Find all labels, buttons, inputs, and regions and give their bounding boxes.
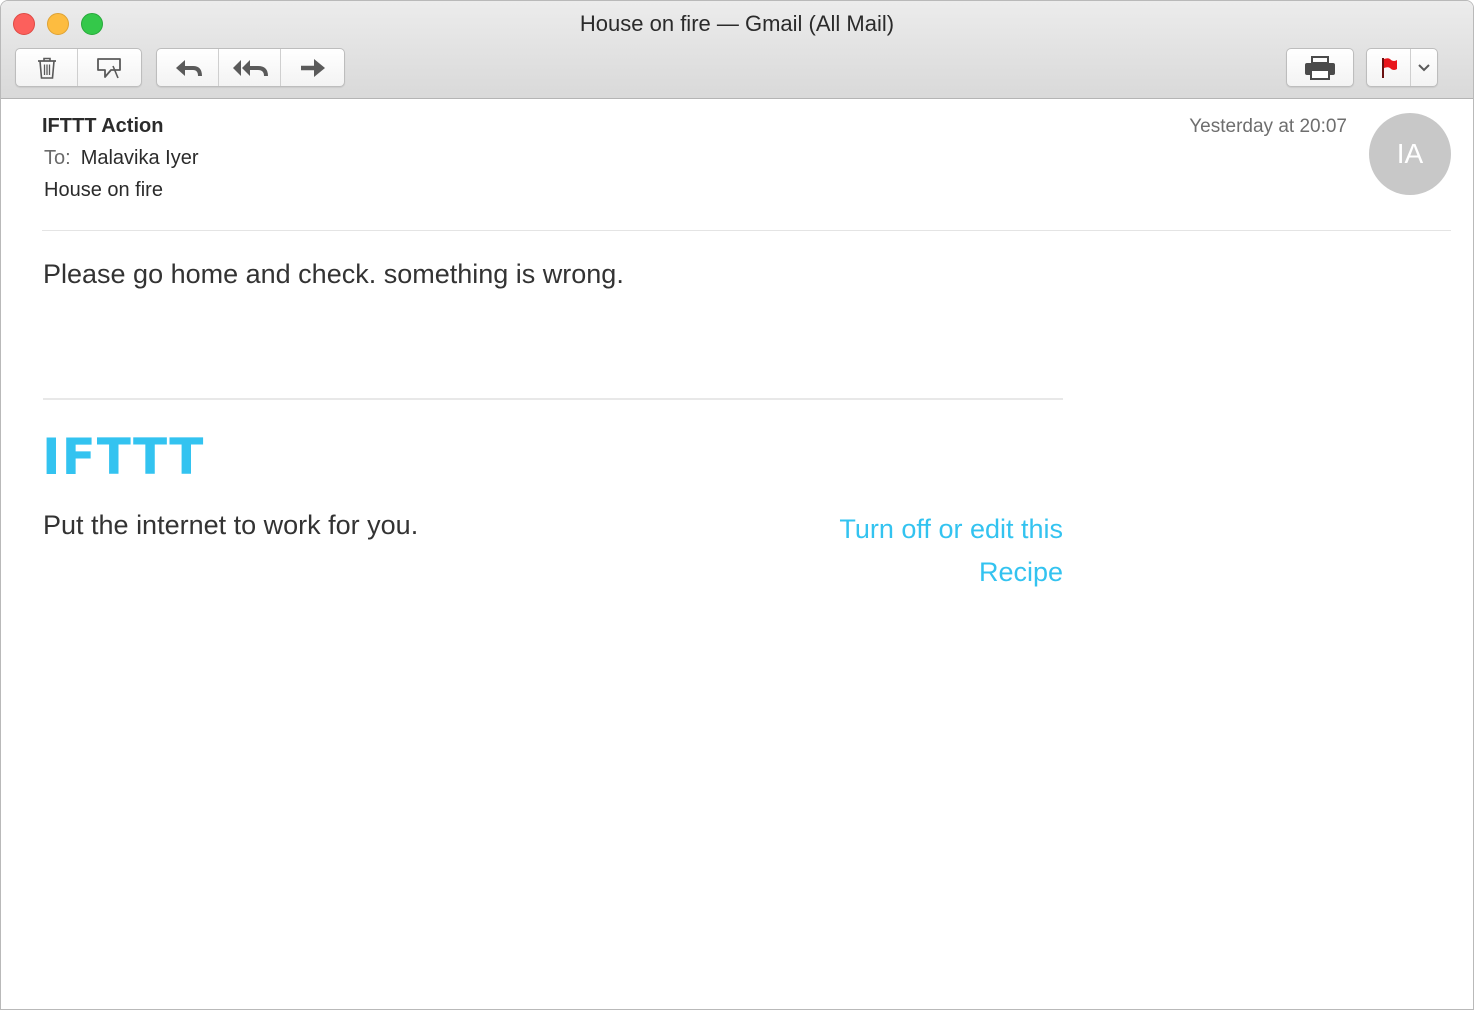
flag-group <box>1366 48 1438 87</box>
message-date: Yesterday at 20:07 <box>1189 116 1347 137</box>
message-body: Please go home and check. something is w… <box>43 259 624 289</box>
recipient-name[interactable]: Malavika Iyer <box>81 147 199 169</box>
header-divider <box>42 230 1451 231</box>
chevron-down-icon <box>1418 63 1430 71</box>
window-title: House on fire — Gmail (All Mail) <box>579 11 895 36</box>
reply-icon <box>175 59 202 76</box>
body-divider <box>43 398 1063 400</box>
trash-icon <box>37 57 56 79</box>
to-label: To: <box>44 147 71 169</box>
edit-recipe-link[interactable]: Turn off or edit this Recipe <box>801 508 1063 594</box>
ifttt-logo[interactable]: IFTTT <box>42 429 204 485</box>
flag-menu-button[interactable] <box>1411 49 1437 86</box>
forward-button[interactable] <box>281 49 344 86</box>
reply-all-icon <box>232 59 268 76</box>
sender-name[interactable]: IFTTT Action <box>42 115 163 138</box>
mail-window: House on fire — Gmail (All Mail) IFTTT A… <box>0 0 1474 1010</box>
print-group <box>1286 48 1354 87</box>
recipient-line: To: Malavika Iyer <box>44 147 199 170</box>
tagline: Put the internet to work for you. <box>43 510 419 540</box>
flag-icon <box>1381 57 1397 78</box>
print-button[interactable] <box>1287 49 1353 86</box>
flag-button[interactable] <box>1367 49 1411 86</box>
reply-all-button[interactable] <box>219 49 281 86</box>
subject: House on fire <box>44 179 163 201</box>
reply-button[interactable] <box>157 49 219 86</box>
junk-icon <box>96 57 121 78</box>
forward-icon <box>300 58 325 77</box>
reply-group <box>156 48 345 87</box>
message-view: IFTTT Action To: Malavika Iyer House on f… <box>1 99 1473 1009</box>
title-bar: House on fire — Gmail (All Mail) <box>1 1 1473 99</box>
junk-button[interactable] <box>78 49 141 86</box>
avatar: IA <box>1369 113 1451 195</box>
print-icon <box>1305 55 1335 80</box>
delete-button[interactable] <box>16 49 78 86</box>
delete-junk-group <box>15 48 142 87</box>
avatar-initials: IA <box>1396 138 1424 169</box>
